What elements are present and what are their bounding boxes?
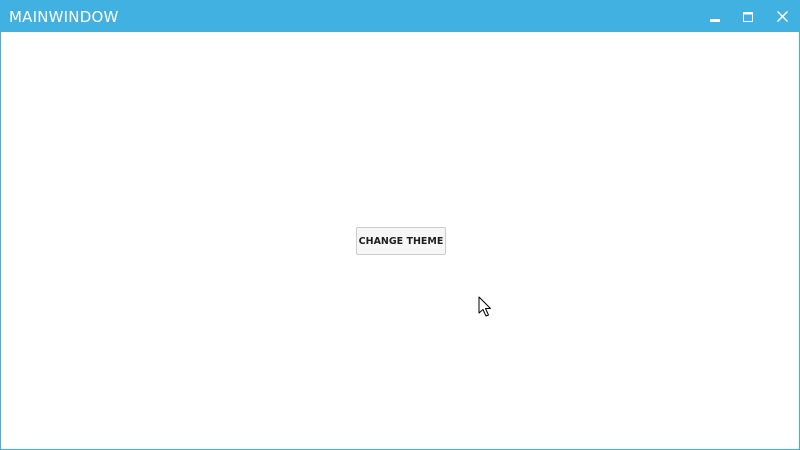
close-button[interactable] [766,1,798,32]
close-icon [776,11,788,22]
main-window: MAINWINDOW CHANGE THEME [0,0,800,450]
minimize-icon [710,18,720,22]
change-theme-button[interactable]: CHANGE THEME [356,227,446,255]
window-title: MAINWINDOW [9,8,119,26]
content-area: CHANGE THEME [1,32,799,449]
maximize-icon [743,11,753,22]
title-bar[interactable]: MAINWINDOW [1,1,799,32]
minimize-button[interactable] [699,1,731,32]
maximize-button[interactable] [732,1,764,32]
arrow-cursor-icon [478,296,491,317]
